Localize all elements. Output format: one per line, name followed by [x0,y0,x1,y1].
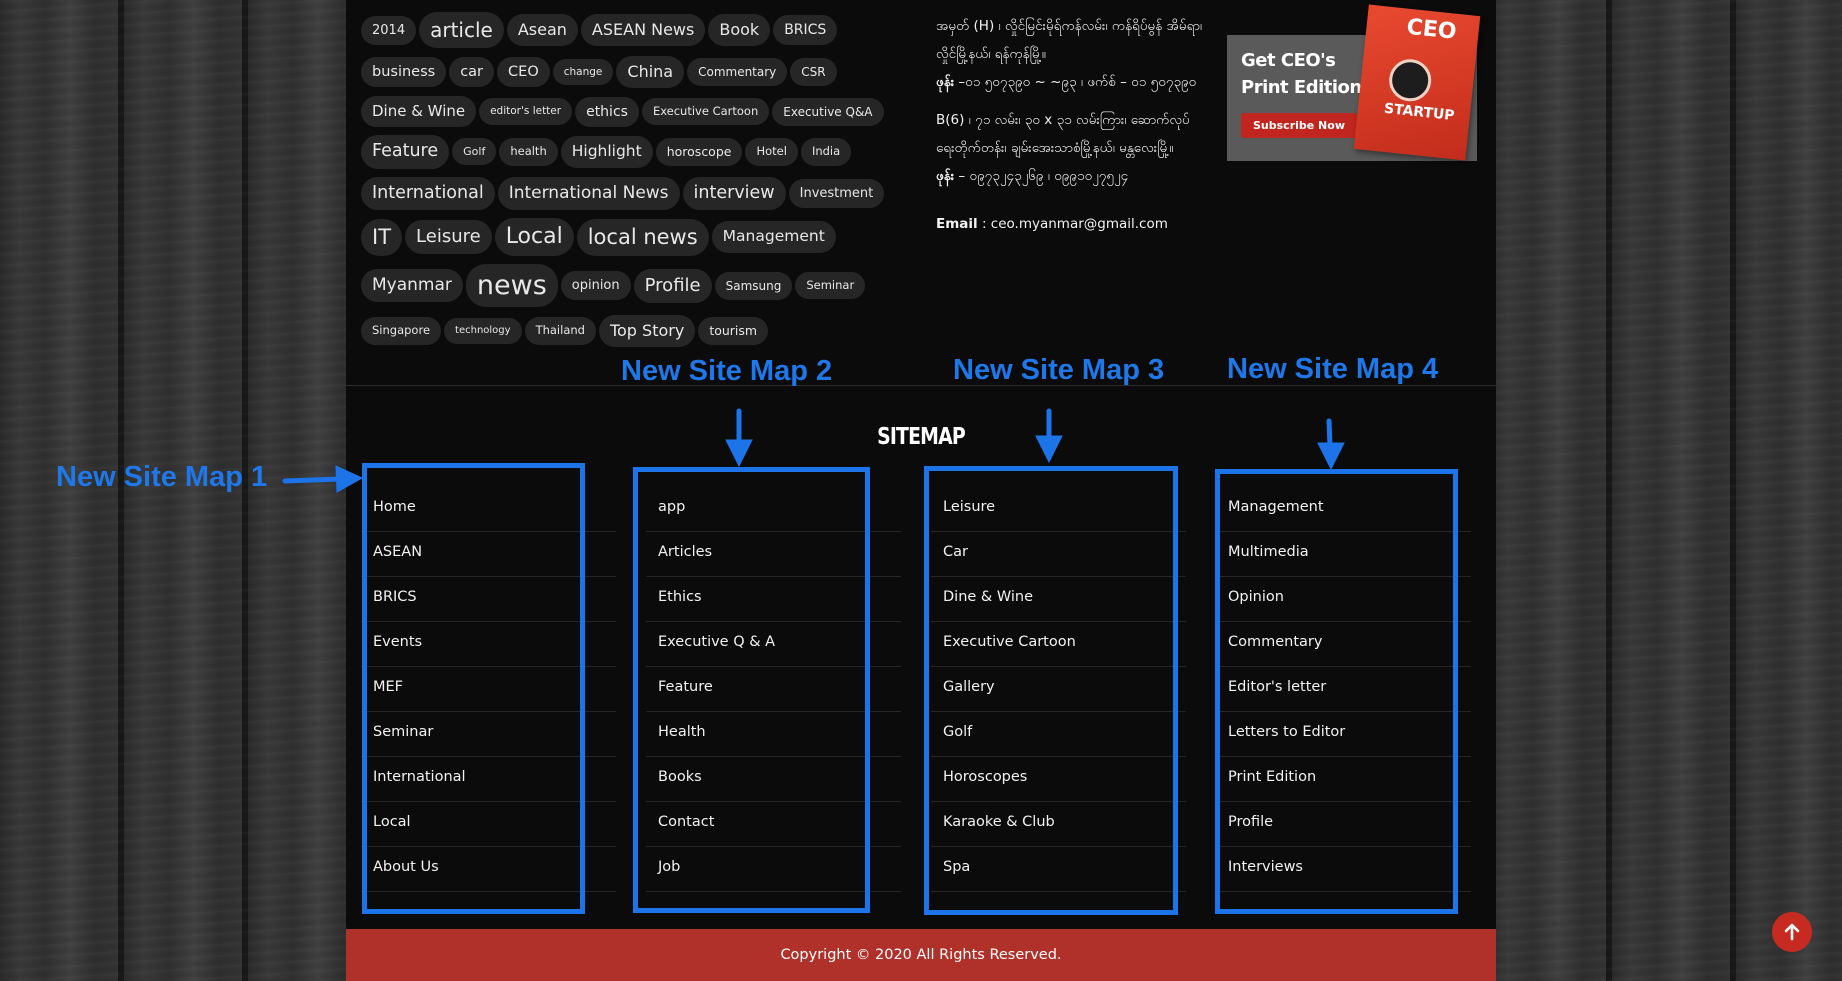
annotation-label-map3: New Site Map 3 [953,354,1165,386]
tag-link[interactable]: India [800,138,852,166]
annotation-box-map2 [633,467,870,913]
tag-link[interactable]: Hotel [745,138,798,166]
address-yangon: အမှတ် (H) ၊ လှိုင်မြင်းမိုရ်ကန်လမ်း၊ ကန်… [936,18,1203,62]
tag-link[interactable]: Management [711,221,836,253]
tag-link[interactable]: CSR [790,58,837,86]
phone-mandalay: ဖုန်း – ၀၉၇၃၂၄၃၂၆၉ ၊ ၀၉၉၁၀၂၇၅၂၄ [936,162,1206,190]
tag-link[interactable]: Seminar [795,271,866,300]
magazine-headline: STARTUP [1383,100,1456,125]
tag-link[interactable]: Thailand [524,317,596,345]
tag-link[interactable]: International News [497,176,680,210]
scroll-to-top-button[interactable] [1772,912,1812,952]
tag-link[interactable]: Asean [506,14,578,46]
tag-link[interactable]: Book [708,14,771,46]
tag-cloud: 2014 article Asean ASEAN News Book BRICS busin… [361,12,916,355]
tag-link[interactable]: opinion [560,271,631,300]
tag-link[interactable]: Highlight [560,136,653,168]
phone-mandalay-number: – ၀၉၇၃၂၄၃၂၆၉ ၊ ၀၉၉၁၀၂၇၅၂၄ [954,168,1129,184]
annotation-box-map3 [924,466,1178,915]
tag-link[interactable]: International [361,176,495,210]
contact-info: အမှတ် (H) ၊ လှိုင်မြင်းမိုရ်ကန်လမ်း၊ ကန်… [936,12,1206,248]
phone-label: ဖုန်း [936,74,955,90]
phone-yangon-number: –၀၁ ၅၀၇၃၉၀ ~ ~၉၃ ၊ ဖက်စ် – ၀၁ ၅၀၇၃၉၀ [954,74,1197,90]
tag-link[interactable]: Profile [633,268,712,303]
tag-link[interactable]: health [499,138,558,166]
tag-link[interactable]: Singapore [361,317,442,345]
tag-link[interactable]: ASEAN News [580,14,706,46]
tag-link[interactable]: interview [682,176,786,210]
email-line: Email : ceo.myanmar@gmail.com [936,210,1206,238]
annotation-box-map4 [1215,469,1458,914]
annotation-label-map1: New Site Map 1 [56,461,268,493]
tag-link[interactable]: CEO [497,56,550,88]
tag-link[interactable]: news [465,264,558,307]
tag-link[interactable]: change [552,58,614,86]
magazine-illustration [1387,57,1434,104]
tag-link[interactable]: Top Story [598,315,696,347]
tag-link[interactable]: Myanmar [361,269,463,302]
tag-link[interactable]: business [361,56,447,88]
tag-link[interactable]: car [449,56,495,88]
phone-label: ဖုန်း [936,168,955,184]
magazine-cover-image: CEO STARTUP [1353,4,1481,161]
copyright-footer: Copyright © 2020 All Rights Reserved. [346,929,1496,981]
tag-link[interactable]: ethics [575,96,639,127]
annotation-label-map2: New Site Map 2 [621,355,833,387]
tag-link[interactable]: China [616,56,685,88]
print-edition-banner[interactable]: Get CEO's Print Edition Subscribe Now CE… [1227,4,1481,161]
arrow-up-icon [1784,923,1800,941]
email-label: Email [936,216,978,232]
promo-title-line2: Print Edition [1241,77,1362,98]
tag-link[interactable]: Feature [361,135,450,169]
subscribe-button[interactable]: Subscribe Now [1241,113,1357,138]
tag-link[interactable]: Executive Cartoon [641,97,770,126]
email-link[interactable]: : ceo.myanmar@gmail.com [978,216,1168,232]
tag-link[interactable]: Leisure [405,220,492,254]
promo-title-line1: Get CEO's [1241,50,1336,71]
magazine-logo: CEO [1405,14,1458,45]
tag-link[interactable]: 2014 [361,15,417,45]
sitemap-heading: SITEMAP [877,424,966,450]
tag-link[interactable]: Investment [788,178,885,208]
tag-link[interactable]: Samsung [714,271,793,300]
annotation-box-map1 [362,463,585,914]
tag-link[interactable]: IT [361,218,403,256]
tag-link[interactable]: editor's letter [479,98,573,125]
address-mandalay: B(6) ၊ ၇၁ လမ်း၊ ၃၀ x ၃၁ လမ်းကြား၊ ဆောက်လ… [936,112,1190,156]
tag-link[interactable]: Local [494,218,574,256]
tag-link[interactable]: Executive Q&A [772,97,884,126]
tag-link[interactable]: Dine & Wine [361,96,477,127]
tag-link[interactable]: tourism [698,316,769,346]
promo-title: Get CEO's Print Edition [1241,47,1362,101]
tag-link[interactable]: article [419,12,504,48]
tag-link[interactable]: local news [576,218,709,256]
tag-link[interactable]: Commentary [687,58,788,86]
tag-link[interactable]: technology [444,318,522,344]
tag-link[interactable]: BRICS [773,15,838,45]
annotation-label-map4: New Site Map 4 [1227,353,1439,385]
tag-link[interactable]: Golf [452,138,497,166]
tag-link[interactable]: horoscope [655,137,743,166]
phone-yangon: ဖုန်း –၀၁ ၅၀၇၃၉၀ ~ ~၉၃ ၊ ဖက်စ် – ၀၁ ၅၀၇၃… [936,68,1206,96]
